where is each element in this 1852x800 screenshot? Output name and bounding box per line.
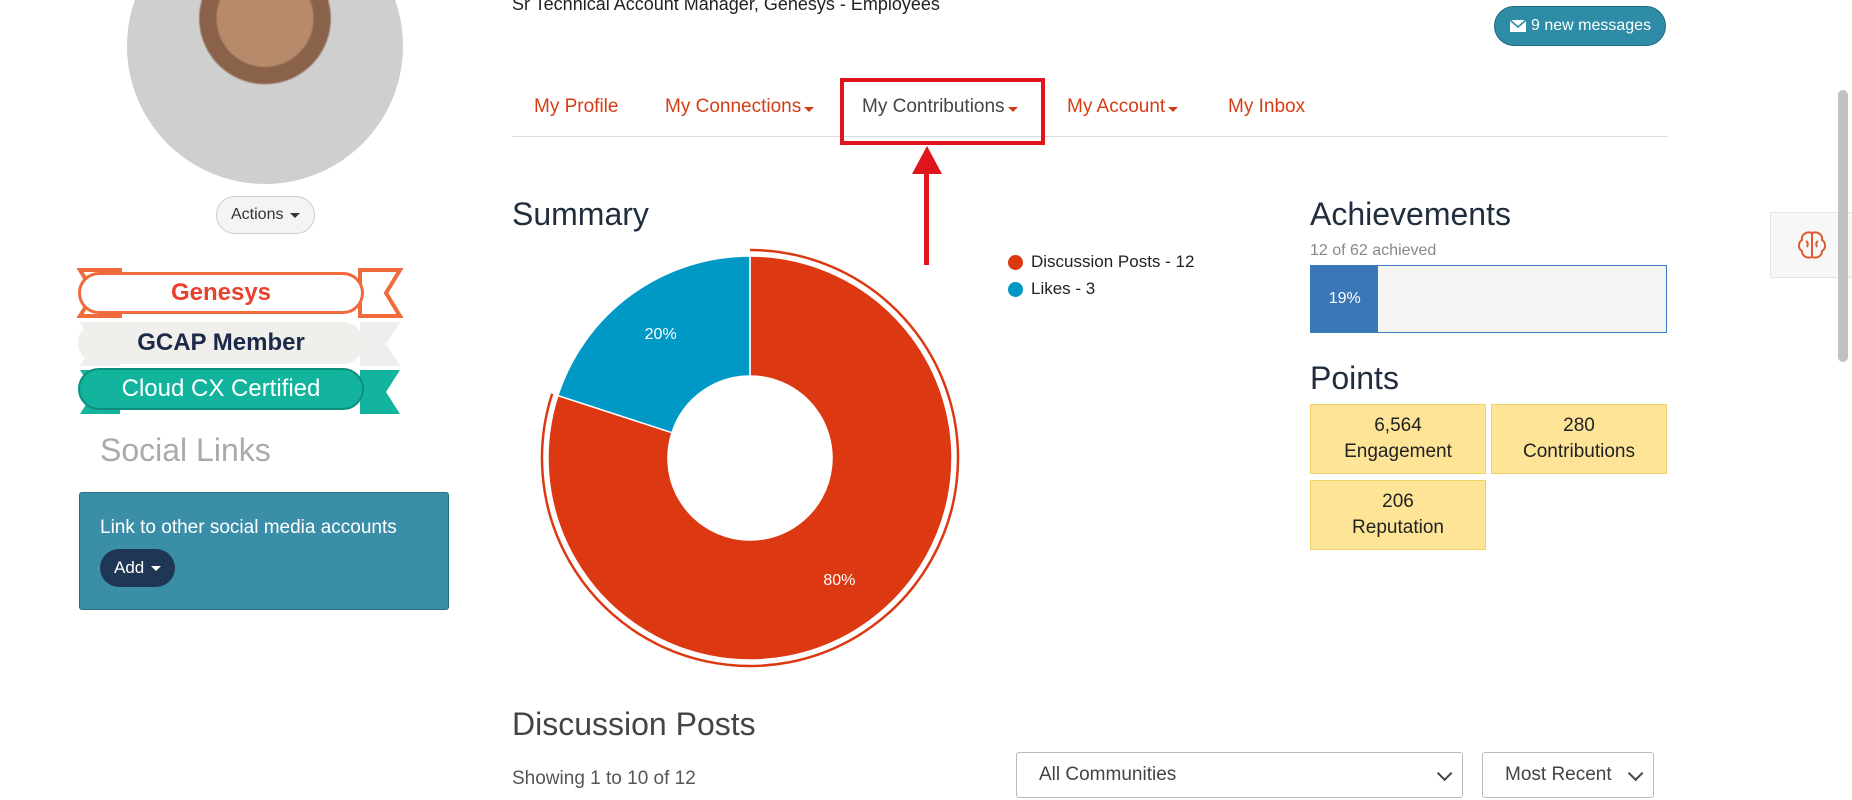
envelope-icon (1509, 19, 1527, 32)
chevron-down-icon (1436, 765, 1453, 781)
points-contributions-value: 280 (1563, 415, 1595, 436)
nav-my-connections-label: My Connections (665, 96, 802, 117)
caret-down-icon (1168, 107, 1179, 112)
caret-down-icon (290, 212, 301, 218)
community-filter-select[interactable]: All Communities (1016, 752, 1463, 798)
new-messages-button[interactable]: 9 new messages (1494, 6, 1667, 46)
donut-percent-label: 20% (645, 326, 677, 343)
nav-my-profile[interactable]: My Profile (534, 96, 618, 118)
cloud-cx-certified-badge: Cloud CX Certified (78, 368, 364, 410)
nav-my-connections[interactable]: My Connections (665, 96, 815, 118)
profile-nav: My Profile My Connections My Contributio… (512, 84, 1668, 137)
points-reputation-label: Reputation (1352, 517, 1444, 538)
achievements-progress-fill: 19% (1311, 266, 1379, 332)
showing-count: Showing 1 to 10 of 12 (512, 768, 696, 789)
achievements-progress-bar: 19% (1310, 265, 1667, 333)
legend-dot (1008, 281, 1023, 297)
points-engagement-label: Engagement (1344, 441, 1452, 462)
points-reputation-value: 206 (1382, 491, 1414, 512)
summary-donut-chart: 80% 20% (540, 248, 960, 668)
legend-dot (1008, 254, 1023, 270)
points-contributions: 280 Contributions (1491, 404, 1667, 474)
add-social-link-button[interactable]: Add (100, 549, 176, 587)
sort-filter-select[interactable]: Most Recent (1482, 752, 1654, 798)
achievements-subtitle: 12 of 62 achieved (1310, 242, 1437, 259)
profile-avatar (127, 0, 403, 184)
summary-title: Summary (512, 196, 649, 232)
points-engagement-value: 6,564 (1374, 415, 1422, 436)
social-links-description: Link to other social media accounts (100, 517, 397, 538)
badge-stack: Genesys GCAP Member Cloud CX Certified (50, 266, 430, 416)
cloud-cx-certified-badge-label: Cloud CX Certified (121, 375, 321, 402)
nav-my-account-label: My Account (1067, 96, 1166, 117)
achievements-progress-label: 19% (1328, 290, 1361, 307)
gcap-member-badge: GCAP Member (78, 322, 364, 364)
new-messages-label: 9 new messages (1531, 17, 1652, 34)
actions-label: Actions (231, 206, 284, 223)
donut-percent-label: 80% (823, 572, 855, 589)
legend-discussion-posts-label: Discussion Posts - 12 (1031, 252, 1195, 271)
nav-my-account[interactable]: My Account (1067, 96, 1179, 118)
achievements-title: Achievements (1310, 196, 1511, 232)
points-title: Points (1310, 360, 1399, 396)
genesys-badge: Genesys (78, 272, 364, 314)
chevron-down-icon (1627, 765, 1644, 781)
actions-button[interactable]: Actions (216, 196, 316, 234)
legend-likes-label: Likes - 3 (1031, 279, 1096, 298)
sort-filter-value: Most Recent (1505, 764, 1612, 785)
legend-discussion-posts[interactable]: Discussion Posts - 12 (1008, 252, 1194, 272)
brain-icon (1797, 231, 1826, 259)
nav-my-profile-label: My Profile (534, 96, 619, 117)
nav-my-inbox[interactable]: My Inbox (1228, 96, 1305, 118)
discussion-posts-title: Discussion Posts (512, 706, 756, 742)
social-links-panel: Link to other social media accounts Add (79, 492, 449, 610)
legend-likes[interactable]: Likes - 3 (1008, 279, 1095, 299)
points-contributions-label: Contributions (1523, 441, 1635, 462)
social-links-title: Social Links (100, 432, 271, 468)
page-scrollbar[interactable] (1838, 90, 1848, 362)
caret-down-icon (151, 565, 162, 571)
profile-subtitle: Sr Technical Account Manager, Genesys - … (512, 0, 940, 14)
caret-down-icon (804, 107, 815, 112)
highlight-box (840, 78, 1045, 145)
gcap-member-badge-label: GCAP Member (137, 329, 305, 356)
add-label: Add (114, 558, 145, 577)
nav-my-inbox-label: My Inbox (1228, 96, 1306, 117)
genesys-badge-label: Genesys (170, 279, 272, 306)
points-reputation: 206 Reputation (1310, 480, 1486, 550)
points-engagement: 6,564 Engagement (1310, 404, 1486, 474)
community-filter-value: All Communities (1039, 764, 1177, 785)
arrow-up-icon (912, 146, 942, 174)
